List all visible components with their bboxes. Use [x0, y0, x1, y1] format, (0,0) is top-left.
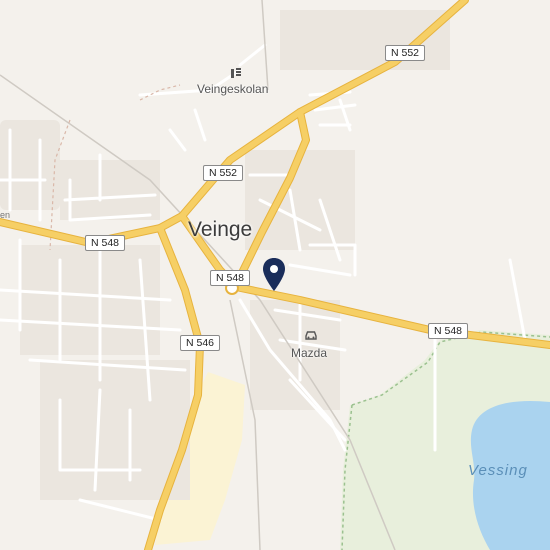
car-icon[interactable]: [304, 329, 318, 341]
road-shield-n552: N 552: [203, 165, 244, 181]
school-label[interactable]: Veingeskolan: [197, 82, 268, 96]
street-label-fragment: en: [0, 210, 11, 220]
map-canvas[interactable]: N 552 N 552 N 548 N 548 N 548 N 546 Vein…: [0, 0, 550, 550]
lake-label: Vessing: [468, 462, 528, 479]
school-icon[interactable]: [229, 66, 243, 80]
town-label: Veinge: [188, 218, 253, 241]
road-shield-n546: N 546: [180, 335, 221, 351]
location-pin-icon[interactable]: [261, 257, 287, 293]
car-dealer-label[interactable]: Mazda: [291, 346, 327, 360]
road-shield-n548: N 548: [210, 270, 251, 286]
road-shield-n552: N 552: [385, 45, 426, 61]
road-shield-n548: N 548: [428, 323, 469, 339]
road-shield-n548: N 548: [85, 235, 126, 251]
